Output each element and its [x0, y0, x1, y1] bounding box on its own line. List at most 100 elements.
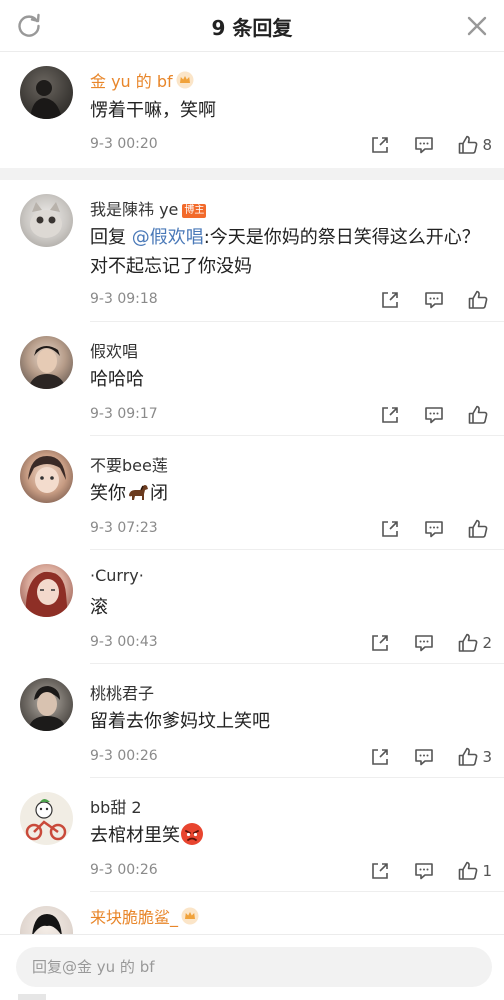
avatar[interactable] [20, 194, 73, 247]
like-button[interactable] [467, 289, 492, 311]
commenter-name[interactable]: bb甜 2 [90, 794, 142, 818]
comment-button[interactable] [413, 860, 435, 882]
comment-icon [415, 749, 434, 766]
share-button[interactable] [379, 518, 401, 540]
share-button[interactable] [379, 404, 401, 426]
like-icon [459, 135, 478, 154]
share-button[interactable] [369, 746, 391, 768]
comment-text: 愣着干嘛，笑啊 [90, 100, 216, 121]
reply-item: bb甜 2 去棺材里笑 9-3 00:26 1 [0, 778, 504, 892]
comment-button[interactable] [413, 632, 435, 654]
author-badge: 博主 [182, 204, 207, 218]
avatar[interactable] [20, 792, 73, 845]
commenter-name[interactable]: 不要bee莲 [90, 452, 168, 476]
like-icon [468, 519, 488, 538]
comment-button[interactable] [423, 289, 445, 311]
share-button[interactable] [379, 289, 401, 311]
commenter-name[interactable]: 桃桃君子 [90, 680, 154, 704]
like-button[interactable]: 8 [457, 134, 492, 156]
comment-button[interactable] [423, 518, 445, 540]
timestamp: 9-3 09:18 [90, 291, 158, 307]
avatar[interactable] [20, 450, 73, 503]
comment-button[interactable] [423, 404, 445, 426]
reply-item: 我是陳祎 ye 博主 回复 @假欢唱:今天是你妈的祭日笑得这么开心？对不起忘记了你… [0, 180, 504, 322]
mention-link[interactable]: @假欢唱 [132, 227, 204, 248]
commenter-name-text[interactable]: 来块脆脆鲨_ [90, 908, 178, 927]
comment-text: 回复 @假欢唱:今天是你妈的祭日笑得这么开心？对不起忘记了你没妈 [90, 223, 488, 281]
like-button[interactable] [467, 404, 492, 426]
like-icon [468, 405, 488, 424]
like-count: 3 [482, 748, 492, 766]
commenter-name[interactable]: 我是陳祎 ye 博主 [90, 196, 207, 220]
comment-button[interactable] [413, 134, 435, 156]
reply-prefix: 回复 [90, 227, 132, 248]
comment-icon [425, 407, 443, 424]
reply-item: 桃桃君子 留着去你爹妈坟上笑吧 9-3 00:26 3 [0, 664, 504, 778]
share-icon [382, 521, 398, 537]
share-icon [372, 137, 389, 153]
header: 9 条回复 [0, 0, 504, 52]
avatar[interactable] [20, 564, 73, 617]
comment-actions [357, 403, 492, 427]
commenter-name[interactable]: 假欢唱 [90, 338, 138, 362]
comment-text: 哈哈哈 [90, 369, 144, 390]
avatar[interactable] [20, 336, 73, 389]
comment-text: 去棺材里笑 [90, 821, 488, 850]
angry-face-emoji [181, 823, 203, 845]
reply-item: 假欢唱 哈哈哈 9-3 09:17 [0, 322, 504, 436]
like-count: 2 [482, 634, 492, 652]
comment-button[interactable] [413, 746, 435, 768]
comment-icon [415, 635, 434, 652]
timestamp: 9-3 09:17 [90, 406, 158, 422]
commenter-name[interactable]: 来块脆脆鲨_ [90, 904, 199, 928]
share-button[interactable] [369, 860, 391, 882]
crown-badge-icon [176, 71, 194, 89]
horse-emoji [129, 485, 148, 500]
reply-item: ·Curry· 滚 9-3 00:43 2 [0, 550, 504, 664]
avatar[interactable] [20, 678, 73, 731]
commenter-name-text[interactable]: 金 yu 的 bf [90, 72, 173, 91]
comment-actions: 2 [347, 631, 492, 655]
commenter-name[interactable]: 金 yu 的 bf [90, 68, 194, 92]
share-icon [372, 635, 389, 651]
comment-text: 留着去你爹妈坟上笑吧 [90, 711, 270, 732]
like-count: 8 [482, 136, 492, 154]
timestamp: 9-3 00:26 [90, 748, 158, 764]
timestamp: 9-3 00:26 [90, 862, 158, 878]
reply-input[interactable] [16, 947, 492, 987]
comment-actions: 1 [347, 859, 492, 883]
avatar[interactable] [20, 66, 73, 119]
comment-actions: 8 [347, 133, 492, 157]
like-icon [459, 747, 478, 766]
share-button[interactable] [369, 134, 391, 156]
comment-actions [357, 288, 492, 312]
comment-text: 滚 [90, 597, 108, 618]
section-divider [0, 168, 504, 180]
crown-badge-icon [181, 907, 199, 925]
share-icon [372, 749, 389, 765]
avatar[interactable] [20, 906, 73, 934]
like-icon [459, 633, 478, 652]
commenter-name[interactable]: ·Curry· [90, 566, 144, 585]
commenter-name-text[interactable]: 我是陳祎 ye [90, 200, 178, 219]
share-icon [382, 407, 398, 423]
like-button[interactable]: 2 [457, 632, 492, 654]
timestamp: 9-3 00:20 [90, 136, 158, 152]
like-button[interactable] [467, 518, 492, 540]
reply-body: 闭 [150, 483, 168, 504]
share-icon [372, 863, 389, 879]
reply-body: 去棺材里笑 [90, 825, 180, 846]
reply-body: 笑你 [90, 483, 126, 504]
timestamp: 9-3 07:23 [90, 520, 158, 536]
like-icon [459, 861, 478, 880]
like-icon [468, 290, 488, 309]
timestamp: 9-3 00:43 [90, 634, 158, 650]
like-button[interactable]: 3 [457, 746, 492, 768]
close-icon[interactable] [464, 13, 490, 39]
comment-icon [415, 863, 434, 880]
like-count: 1 [482, 862, 492, 880]
like-button[interactable]: 1 [457, 860, 492, 882]
reply-bar [0, 934, 504, 1000]
share-button[interactable] [369, 632, 391, 654]
page-title: 9 条回复 [211, 16, 293, 40]
